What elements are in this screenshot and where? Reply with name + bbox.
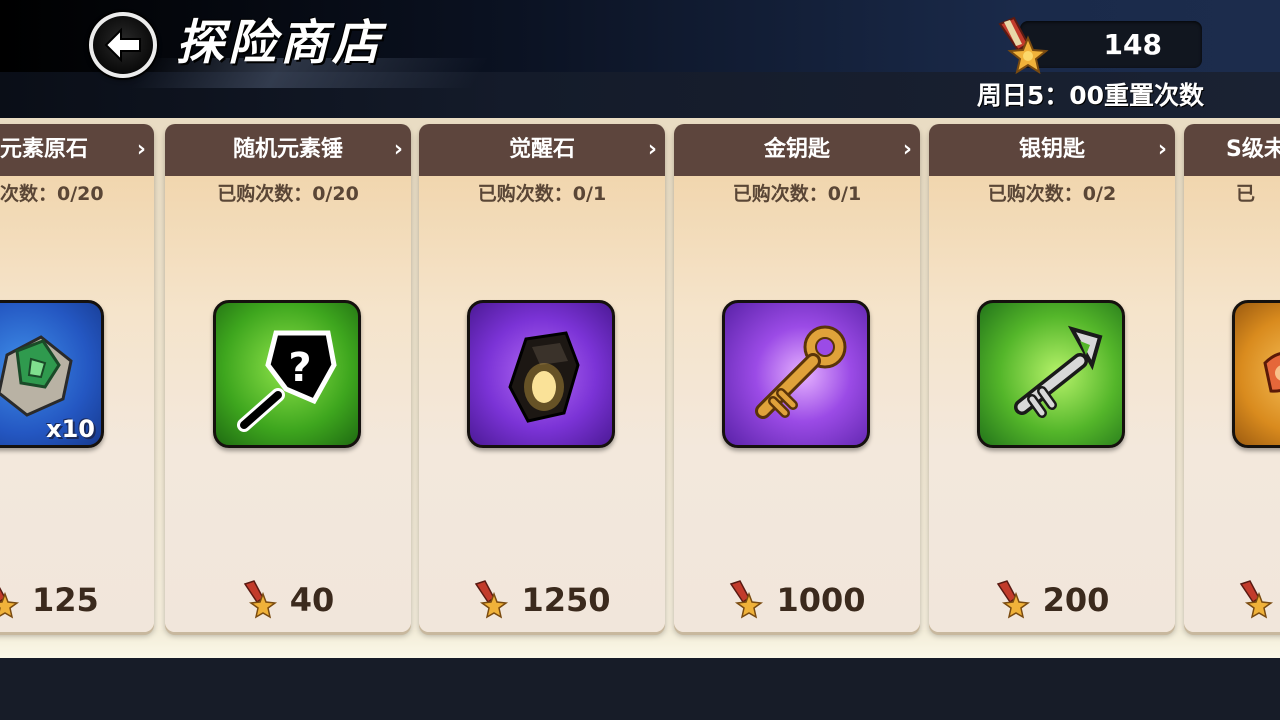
price-tag: 200 (929, 578, 1175, 622)
purchase-count: 次数：0/20 (0, 183, 104, 205)
medal-icon (475, 580, 509, 619)
shop-card-random-hammer[interactable]: 随机元素锤 › 已购次数：0/20 ? 40 (165, 124, 411, 632)
medal-icon (1239, 580, 1274, 619)
purchase-count: 已 (1236, 183, 1256, 205)
medal-icon (243, 580, 277, 619)
item-icon-frame (467, 300, 615, 448)
price-tag (1184, 578, 1280, 622)
chevron-right-icon: › (902, 137, 912, 162)
price-tag: 125 (0, 578, 154, 622)
card-title: 觉醒石 › (419, 124, 665, 176)
purchase-count: 已购次数：0/1 (477, 183, 607, 205)
shop-floor (0, 630, 1280, 658)
card-title: S级未 (1184, 124, 1280, 176)
purchase-count: 已购次数：0/1 (732, 183, 862, 205)
reset-timer-text: 周日5：00重置次数 (976, 81, 1204, 110)
shop-card-awakening-stone[interactable]: 觉醒石 › 已购次数：0/1 1250 (419, 124, 665, 632)
purchase-count: 已购次数：0/2 (987, 183, 1117, 205)
medal-icon (0, 586, 20, 619)
silver-key-icon (1014, 325, 1103, 418)
shop-card-gold-key[interactable]: 金钥匙 › 已购次数：0/1 1000 (674, 124, 920, 632)
back-arrow-icon (104, 27, 141, 63)
medal-icon (730, 580, 764, 619)
shop-card-element-stone[interactable]: 元素原石 › 次数：0/20 x10 125 (0, 124, 154, 632)
awakening-stone-icon (508, 331, 580, 423)
mystery-hammer-icon: ? (237, 330, 337, 432)
price-amount: 1250 (521, 581, 611, 619)
page-title: 探险商店 (176, 15, 385, 71)
price-tag: 40 (165, 578, 411, 622)
price-amount: 200 (1042, 581, 1110, 619)
price-tag: 1250 (419, 578, 665, 622)
price-amount: 40 (289, 581, 335, 619)
medal-icon (998, 16, 1049, 75)
gold-key-icon (755, 325, 847, 419)
chevron-right-icon: › (393, 137, 403, 162)
item-icon-frame (1232, 300, 1280, 448)
shop-item-list: 元素原石 › 次数：0/20 x10 125 随机元素锤 › 已购次数：0/20… (0, 118, 1280, 658)
bottom-bar (0, 658, 1280, 720)
medal-icon (996, 580, 1030, 619)
chevron-right-icon: › (1157, 137, 1167, 162)
item-icon-frame (722, 300, 870, 448)
card-title: 元素原石 › (0, 124, 154, 176)
item-icon-frame: x10 (0, 300, 104, 448)
chevron-right-icon: › (647, 137, 657, 162)
card-title: 银钥匙 › (929, 124, 1175, 176)
item-quantity-badge: x10 (46, 415, 95, 443)
back-button[interactable] (89, 12, 157, 78)
price-amount: 125 (32, 581, 99, 619)
s-rank-item-icon (1263, 352, 1280, 393)
svg-text:?: ? (288, 345, 311, 391)
shop-card-s-rank[interactable]: S级未 已 (1184, 124, 1280, 632)
card-title: 金钥匙 › (674, 124, 920, 176)
item-icon-frame (977, 300, 1125, 448)
item-icon-frame: ? (213, 300, 361, 448)
price-amount: 1000 (776, 581, 866, 619)
card-title: 随机元素锤 › (165, 124, 411, 176)
chevron-right-icon: › (136, 137, 146, 162)
price-tag: 1000 (674, 578, 920, 622)
purchase-count: 已购次数：0/20 (217, 183, 359, 205)
currency-amount: 148 (1103, 28, 1162, 61)
shop-card-silver-key[interactable]: 银钥匙 › 已购次数：0/2 200 (929, 124, 1175, 632)
